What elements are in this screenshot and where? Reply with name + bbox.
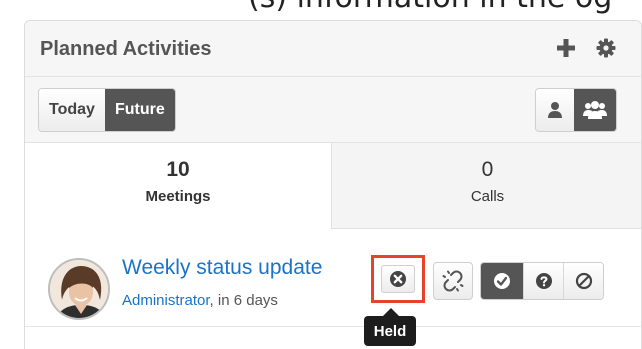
activity-item: Weekly status update Administrator, in 6… (25, 229, 641, 327)
completed-button[interactable] (481, 263, 523, 299)
plus-icon[interactable] (555, 37, 577, 59)
future-button[interactable]: Future (104, 89, 175, 131)
activity-meta: Administrator, in 6 days (122, 292, 278, 309)
check-icon (494, 273, 510, 289)
planned-activities-dashlet: Planned Activities Today Future 10 Meeti… (24, 20, 642, 349)
date-filter-group: Today Future (38, 88, 176, 132)
cancel-button[interactable] (563, 263, 603, 299)
meetings-count: 10 (166, 158, 190, 181)
question-icon (535, 273, 552, 289)
today-button[interactable]: Today (39, 89, 105, 131)
tentative-button[interactable] (523, 263, 563, 299)
unlink-icon (442, 270, 464, 292)
users-icon (583, 101, 607, 119)
ban-icon (575, 272, 592, 290)
held-button-highlight (371, 255, 425, 303)
tab-calls[interactable]: 0 Calls (331, 143, 641, 229)
status-button-group (480, 262, 604, 300)
calls-count: 0 (481, 158, 494, 181)
activity-title-link[interactable]: Weekly status update (122, 256, 322, 280)
user-filter-group (535, 88, 617, 132)
dashlet-title: Planned Activities (40, 38, 212, 60)
meetings-label: Meetings (145, 188, 211, 205)
avatar[interactable] (48, 258, 110, 320)
tab-meetings[interactable]: 10 Meetings (25, 143, 331, 229)
dashlet-header: Planned Activities (25, 21, 641, 77)
dashlet-toolbar: Today Future (25, 77, 641, 143)
background-page-text: (s) information in the og (248, 0, 612, 15)
calls-label: Calls (470, 188, 505, 205)
close-icon (390, 271, 406, 287)
activity-due: , in 6 days (209, 292, 278, 309)
held-tooltip: Held (364, 316, 416, 346)
user-icon (548, 102, 562, 118)
gear-icon[interactable] (595, 37, 617, 59)
not-held-button[interactable] (433, 262, 473, 300)
held-button[interactable] (381, 265, 415, 293)
assigned-user-link[interactable]: Administrator (122, 292, 210, 309)
my-items-button[interactable] (536, 89, 574, 131)
tooltip-arrow (383, 308, 399, 316)
all-items-button[interactable] (574, 89, 616, 131)
